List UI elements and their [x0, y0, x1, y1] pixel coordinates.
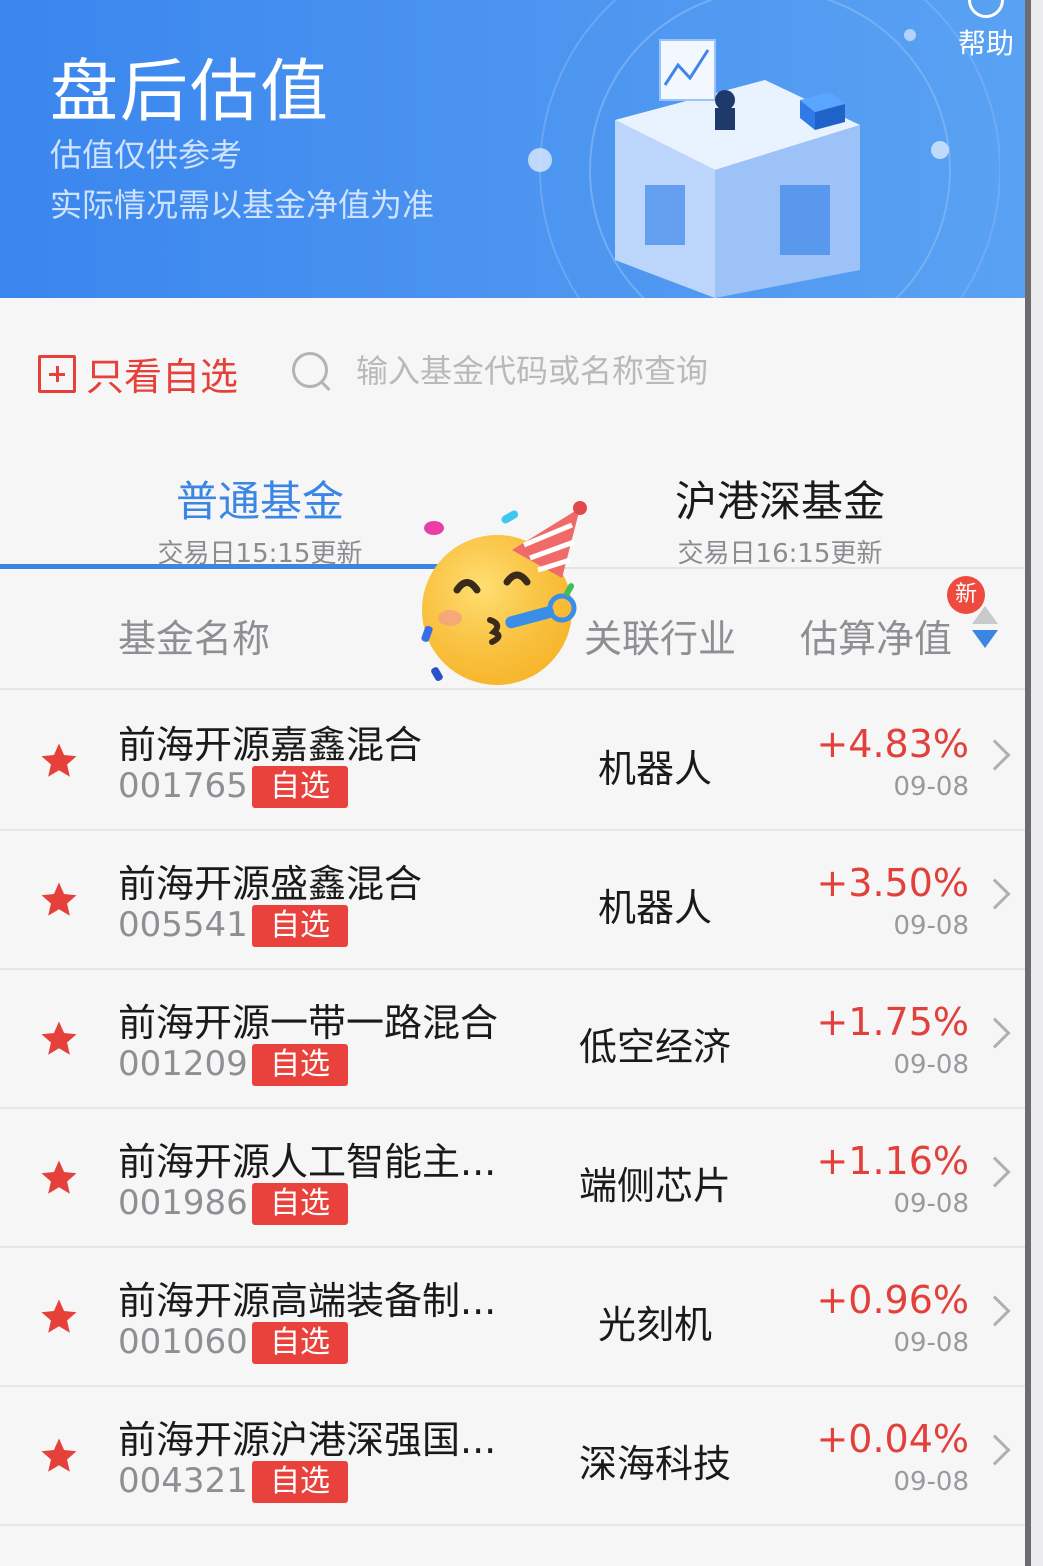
- tab-label: 普通基金: [175, 477, 344, 526]
- header-subtitle-1: 估值仅供参考: [50, 136, 243, 174]
- fund-date: 09-08: [893, 1189, 969, 1219]
- favorite-badge: 自选: [252, 766, 348, 808]
- party-face-sticker: [421, 501, 587, 685]
- fund-row[interactable]: 前海开源高端装备制... 001060 自选 光刻机 +0.96% 09-08: [0, 1248, 1025, 1387]
- only-favorites-toggle[interactable]: 只看自选: [38, 346, 238, 401]
- header-banner: 盘后估值 估值仅供参考 实际情况需以基金净值为准 帮助: [0, 0, 1043, 298]
- star-icon[interactable]: [38, 1435, 80, 1477]
- help-button[interactable]: 帮助: [958, 22, 1014, 62]
- fund-date: 09-08: [893, 1328, 969, 1358]
- fund-industry: 机器人: [597, 886, 712, 930]
- tab-label: 沪港深基金: [674, 477, 885, 526]
- fund-industry: 深海科技: [578, 1442, 731, 1486]
- tab-normal-funds[interactable]: 普通基金 交易日15:15更新: [50, 468, 470, 570]
- star-icon[interactable]: [38, 1018, 80, 1060]
- fund-row[interactable]: 前海开源一带一路混合 001209 自选 低空经济 +1.75% 09-08: [0, 970, 1025, 1109]
- fund-industry: 端侧芯片: [578, 1164, 731, 1208]
- header-illustration: [528, 0, 1000, 298]
- star-icon[interactable]: [38, 1296, 80, 1338]
- favorite-badge: 自选: [252, 1044, 348, 1086]
- sort-up-icon[interactable]: [972, 606, 998, 624]
- sort-down-icon[interactable]: [972, 630, 998, 648]
- fund-date: 09-08: [893, 1467, 969, 1497]
- column-estimated-nav[interactable]: 估算净值: [800, 608, 952, 663]
- fund-name: 前海开源人工智能主...: [118, 1140, 497, 1184]
- fund-code: 005541: [118, 905, 248, 945]
- add-favorite-icon: [38, 354, 76, 393]
- fund-change: +0.04%: [816, 1417, 969, 1461]
- fund-row[interactable]: 前海开源盛鑫混合 005541 自选 机器人 +3.50% 09-08: [0, 831, 1025, 970]
- favorite-badge: 自选: [252, 905, 348, 947]
- chevron-right-icon: [979, 739, 1011, 771]
- chevron-right-icon: [979, 1295, 1011, 1327]
- fund-row[interactable]: 前海开源嘉鑫混合 001765 自选 机器人 +4.83% 09-08: [0, 692, 1025, 831]
- fund-date: 09-08: [893, 911, 969, 941]
- header-subtitle-2: 实际情况需以基金净值为准: [50, 186, 435, 224]
- fund-change: +1.16%: [816, 1139, 969, 1183]
- fund-industry: 光刻机: [597, 1303, 712, 1347]
- fund-industry: 机器人: [597, 747, 712, 791]
- fund-row[interactable]: 前海开源人工智能主... 001986 自选 端侧芯片 +1.16% 09-08: [0, 1109, 1025, 1248]
- search-bar[interactable]: [290, 346, 990, 396]
- fund-code: 001986: [118, 1183, 248, 1223]
- fund-name: 前海开源高端装备制...: [118, 1279, 497, 1323]
- chevron-right-icon: [979, 878, 1011, 910]
- fund-name: 前海开源嘉鑫混合: [118, 723, 423, 767]
- tab-hk-sh-sz-funds[interactable]: 沪港深基金 交易日16:15更新: [570, 468, 990, 570]
- fund-row[interactable]: 前海开源沪港深强国... 004321 自选 深海科技 +0.04% 09-08: [0, 1387, 1025, 1526]
- search-input[interactable]: [356, 352, 956, 390]
- fund-change: +3.50%: [816, 861, 969, 905]
- fund-code: 004321: [118, 1461, 248, 1501]
- fund-name: 前海开源一带一路混合: [118, 1001, 499, 1045]
- fund-code: 001060: [118, 1322, 248, 1362]
- favorite-badge: 自选: [252, 1183, 348, 1225]
- fund-code: 001209: [118, 1044, 248, 1084]
- star-icon[interactable]: [38, 740, 80, 782]
- fund-change: +4.83%: [816, 722, 969, 766]
- tab-update-time: 交易日16:15更新: [677, 539, 883, 569]
- fund-list: 前海开源嘉鑫混合 001765 自选 机器人 +4.83% 09-08 前海开源…: [0, 692, 1025, 1526]
- fund-date: 09-08: [893, 1050, 969, 1080]
- chevron-right-icon: [979, 1156, 1011, 1188]
- fund-change: +0.96%: [816, 1278, 969, 1322]
- chevron-right-icon: [979, 1434, 1011, 1466]
- filter-row: 只看自选: [0, 298, 1025, 428]
- search-icon: [290, 350, 332, 392]
- fund-name: 前海开源盛鑫混合: [118, 862, 423, 906]
- favorite-badge: 自选: [252, 1322, 348, 1364]
- fund-date: 09-08: [893, 772, 969, 802]
- fund-industry: 低空经济: [578, 1025, 731, 1069]
- active-tab-indicator: [0, 564, 440, 569]
- scrollbar-track: [1031, 0, 1043, 1566]
- fund-name: 前海开源沪港深强国...: [118, 1418, 497, 1462]
- fund-code: 001765: [118, 766, 248, 806]
- star-icon[interactable]: [38, 879, 80, 921]
- favorite-badge: 自选: [252, 1461, 348, 1503]
- only-favorites-label: 只看自选: [86, 355, 239, 399]
- page-title: 盘后估值: [50, 53, 331, 132]
- star-icon[interactable]: [38, 1157, 80, 1199]
- column-industry: 关联行业: [584, 617, 737, 661]
- fund-change: +1.75%: [816, 1000, 969, 1044]
- chevron-right-icon: [979, 1017, 1011, 1049]
- column-fund-name: 基金名称: [118, 617, 271, 661]
